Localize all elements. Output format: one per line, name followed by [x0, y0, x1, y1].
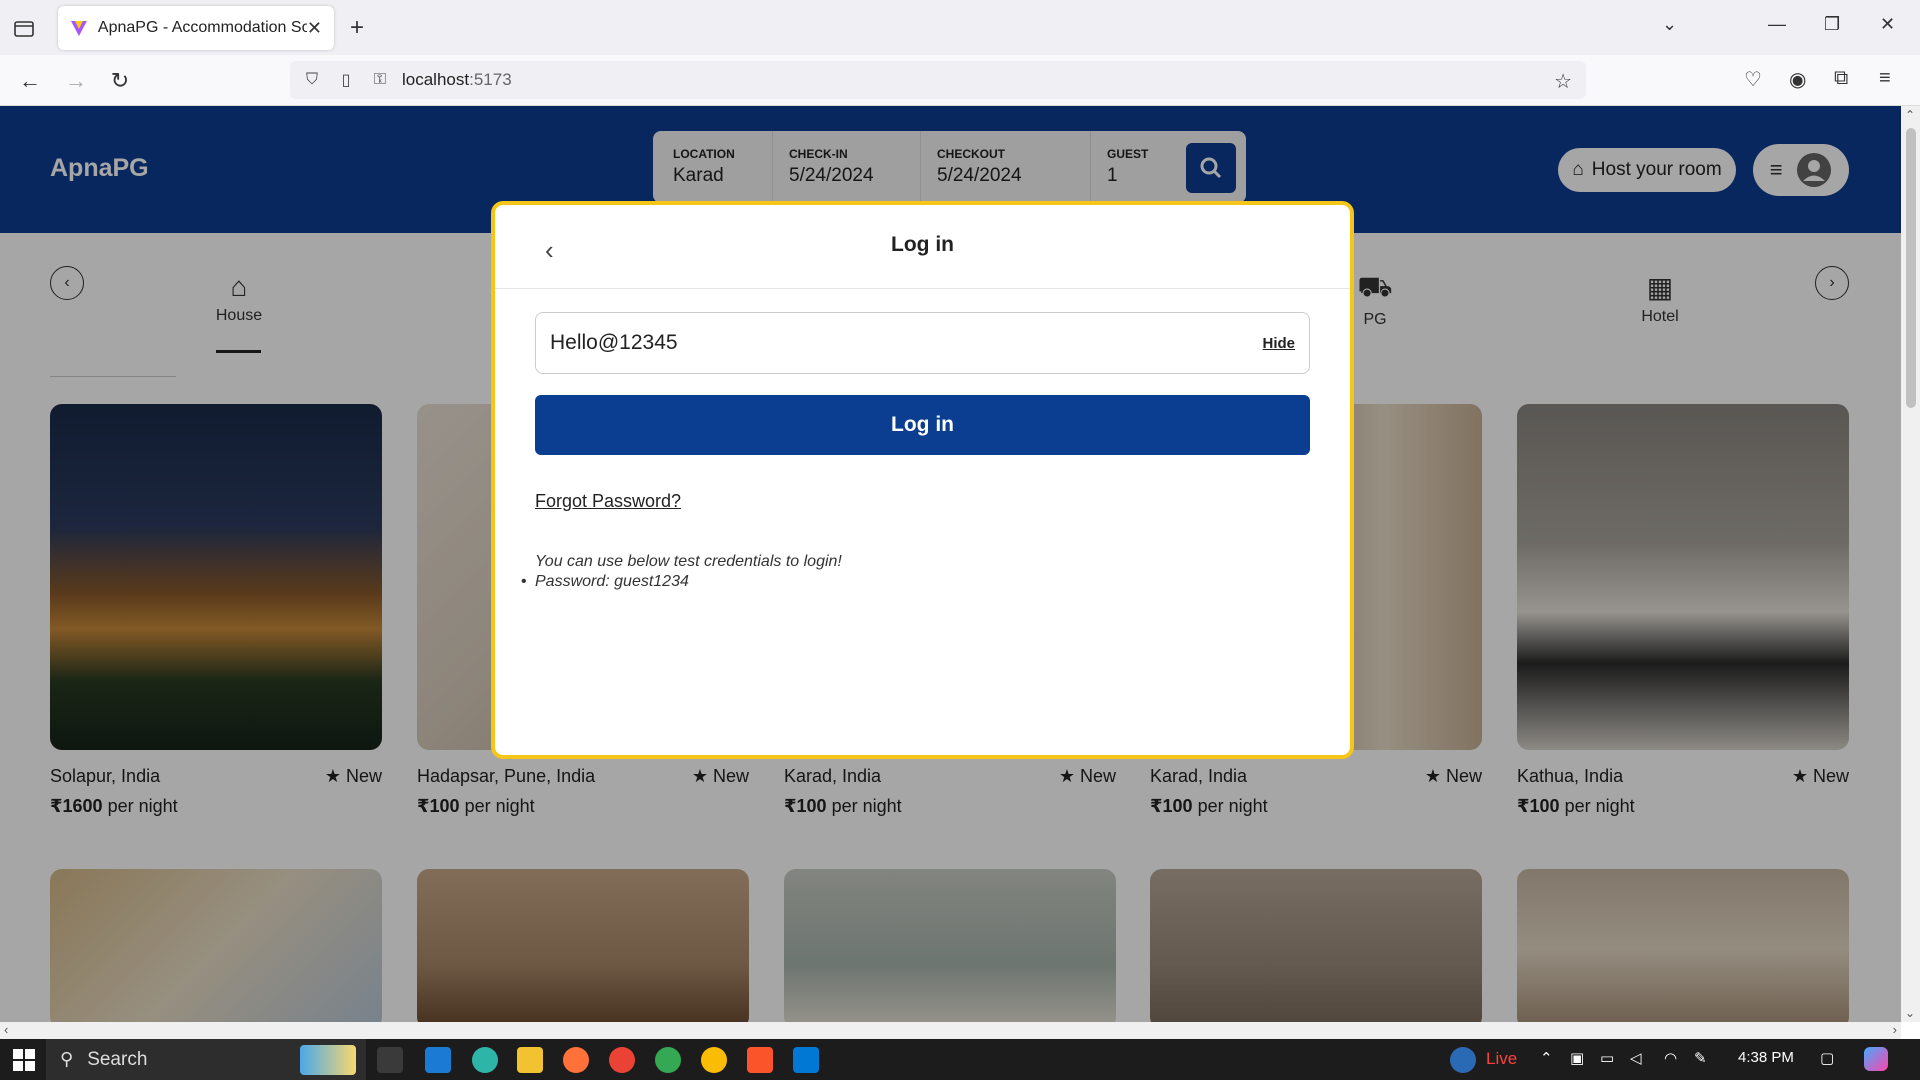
tab-list-icon[interactable] [12, 16, 36, 40]
browser-tabbar: ApnaPG - Accommodation Solu ✕ + ⌄ — ❐ ✕ [0, 0, 1920, 55]
tray-device-icon[interactable]: ▣ [1570, 1049, 1584, 1067]
clock-time[interactable]: 4:38 PM [1738, 1049, 1794, 1066]
tab-dropdown-icon[interactable]: ⌄ [1662, 14, 1677, 35]
scroll-right-icon[interactable]: › [1893, 1022, 1897, 1037]
bookmark-star-icon[interactable]: ☆ [1554, 69, 1572, 94]
restore-icon[interactable]: ❐ [1824, 14, 1840, 35]
close-window-icon[interactable]: ✕ [1880, 14, 1895, 35]
edge-icon[interactable] [472, 1047, 498, 1073]
shield-icon[interactable]: ⛉ [300, 68, 324, 92]
modal-title: Log in [891, 233, 954, 256]
browser-tab-active[interactable]: ApnaPG - Accommodation Solu ✕ [58, 6, 334, 50]
tab-title: ApnaPG - Accommodation Solu [97, 19, 307, 36]
browser-navbar: ← → ↻ ⛉ ▯ ⚿ localhost:5173 ☆ ♡ ◉ ⧉ ≡ [0, 55, 1920, 106]
vertical-scrollbar[interactable]: ⌃ ⌄ [1901, 106, 1920, 1022]
scroll-left-icon[interactable]: ‹ [4, 1022, 8, 1037]
pen-icon[interactable]: ✎ [1694, 1049, 1707, 1067]
live-label[interactable]: Live [1486, 1049, 1517, 1069]
chrome-alt-icon[interactable] [701, 1047, 727, 1073]
login-modal: ‹ Log in Hello@12345 Hide Log in Forgot … [491, 201, 1354, 759]
notification-icon[interactable]: ▢ [1820, 1049, 1834, 1067]
search-highlight-image [300, 1045, 356, 1075]
login-button[interactable]: Log in [535, 395, 1310, 455]
reload-icon[interactable]: ↻ [106, 67, 134, 95]
tray-chevron-icon[interactable]: ⌃ [1540, 1049, 1553, 1067]
credentials-hint: You can use below test credentials to lo… [535, 553, 842, 570]
volume-icon[interactable]: ◁ [1630, 1049, 1642, 1067]
new-tab-icon[interactable]: + [350, 14, 364, 42]
password-input[interactable]: Hello@12345 Hide [535, 312, 1310, 374]
vite-favicon-icon [70, 21, 87, 36]
credentials-password: Password: guest1234 [521, 573, 689, 591]
web-page: ApnaPG LOCATION Karad CHECK-IN 5/24/2024… [0, 106, 1901, 1022]
cricket-icon[interactable] [1450, 1047, 1476, 1073]
windows-taskbar: ⚲ Search Live ⌃ ▣ ▭ ◁ ◠ ✎ 4:38 PM ▢ [0, 1039, 1920, 1080]
wifi-icon[interactable]: ◠ [1664, 1049, 1677, 1067]
scroll-up-icon[interactable]: ⌃ [1905, 108, 1915, 122]
brave-icon[interactable] [747, 1047, 773, 1073]
chrome-icon[interactable] [609, 1047, 635, 1073]
extensions-icon[interactable]: ⧉ [1834, 67, 1848, 90]
password-value: Hello@12345 [550, 331, 678, 354]
menu-icon[interactable]: ≡ [1879, 67, 1891, 90]
file-explorer-icon[interactable] [517, 1047, 543, 1073]
windows-start-icon[interactable] [13, 1048, 35, 1071]
firefox-icon[interactable] [563, 1047, 589, 1073]
forgot-password-link[interactable]: Forgot Password? [535, 491, 681, 512]
task-view-icon[interactable] [377, 1047, 403, 1073]
back-icon[interactable]: ← [16, 67, 44, 95]
url-text: localhost:5173 [402, 70, 512, 89]
search-icon: ⚲ [60, 1049, 74, 1069]
vscode-icon[interactable] [793, 1047, 819, 1073]
tab-close-icon[interactable]: ✕ [307, 18, 322, 39]
copilot-icon[interactable] [1864, 1047, 1888, 1071]
pocket-icon[interactable]: ♡ [1744, 67, 1762, 92]
chrome-profile-icon[interactable] [655, 1047, 681, 1073]
forward-icon[interactable]: → [62, 67, 90, 95]
url-bar[interactable]: ⛉ ▯ ⚿ localhost:5173 ☆ [290, 61, 1586, 99]
scroll-down-icon[interactable]: ⌄ [1905, 1006, 1915, 1020]
taskbar-search[interactable]: ⚲ Search [46, 1039, 366, 1080]
horizontal-scrollbar[interactable]: ‹ › [0, 1022, 1901, 1039]
hide-password-button[interactable]: Hide [1262, 335, 1295, 352]
battery-icon[interactable]: ▭ [1600, 1049, 1614, 1067]
account-icon[interactable]: ◉ [1789, 67, 1806, 92]
page-icon[interactable]: ▯ [334, 68, 358, 92]
modal-header: ‹ Log in [495, 205, 1350, 289]
minimize-icon[interactable]: — [1768, 14, 1786, 35]
mail-icon[interactable] [425, 1047, 451, 1073]
key-icon[interactable]: ⚿ [368, 68, 392, 92]
vertical-scroll-thumb[interactable] [1906, 128, 1916, 408]
